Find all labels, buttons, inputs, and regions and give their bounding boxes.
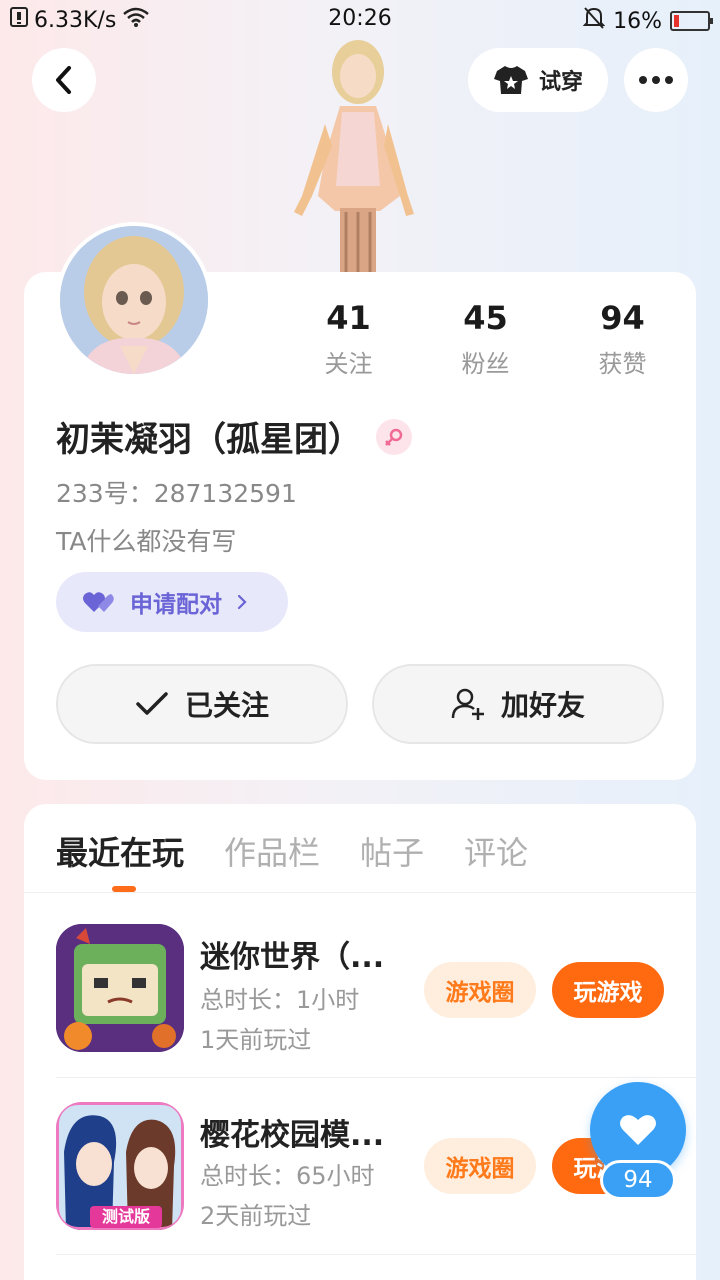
- stat-value: 45: [463, 299, 508, 337]
- add-user-icon: [451, 688, 484, 720]
- game-circle-button[interactable]: 游戏圈: [424, 1138, 536, 1194]
- game-name: 樱花校园模...: [200, 1118, 385, 1153]
- game-total-time: 总时长：1小时: [200, 986, 360, 1014]
- followed-button[interactable]: 已关注: [56, 664, 348, 744]
- mini-world-game-icon: [56, 924, 184, 1052]
- avatar-portrait-icon: [60, 226, 208, 374]
- divider: [24, 892, 696, 893]
- like-count-badge: 94: [600, 1160, 676, 1200]
- chevron-right-icon: [237, 594, 247, 610]
- female-gender-icon: [376, 418, 412, 455]
- divider: [56, 1254, 696, 1255]
- stat-following[interactable]: 41 关注: [280, 300, 417, 380]
- game-circle-button[interactable]: 游戏圈: [424, 962, 536, 1018]
- game-total-time: 总时长：65小时: [200, 1162, 375, 1190]
- tshirt-star-icon: [493, 66, 528, 94]
- profile-tabs: 最近在玩 作品栏 帖子 评论: [56, 828, 528, 874]
- mute-bell-icon: [582, 6, 606, 36]
- heart-icon: [620, 1115, 656, 1145]
- apply-match-label: 申请配对: [130, 592, 222, 618]
- nickname-row: 初茉凝羽（孤星团）: [56, 412, 412, 461]
- stat-label: 获赞: [598, 350, 647, 378]
- add-friend-button[interactable]: 加好友: [372, 664, 664, 744]
- add-friend-label: 加好友: [500, 689, 585, 722]
- user-bio: TA什么都没有写: [56, 527, 237, 556]
- test-version-badge: 测试版: [90, 1206, 162, 1228]
- stat-likes[interactable]: 94 获赞: [554, 300, 691, 380]
- game-last-played: 1天前玩过: [200, 1026, 312, 1054]
- more-dots-icon: [639, 76, 647, 84]
- game-last-played: 2天前玩过: [200, 1202, 312, 1230]
- double-heart-icon: [83, 592, 114, 612]
- avatar[interactable]: [56, 222, 212, 378]
- tab-recently-played[interactable]: 最近在玩: [56, 828, 184, 874]
- stat-label: 粉丝: [461, 350, 510, 378]
- play-game-button[interactable]: 玩游戏: [552, 962, 664, 1018]
- back-arrow-icon: [56, 66, 71, 94]
- list-item[interactable]: 迷你世界（... 总时长：1小时 1天前玩过 游戏圈 玩游戏: [24, 900, 696, 1076]
- try-on-label: 试穿: [538, 70, 583, 95]
- try-on-button[interactable]: 试穿: [468, 48, 608, 112]
- tab-comments[interactable]: 评论: [464, 828, 528, 874]
- nickname: 初茉凝羽（孤星团）: [56, 420, 362, 460]
- user-id: 233号：287132591: [56, 479, 297, 508]
- battery-percent: 16%: [613, 8, 662, 34]
- followed-label: 已关注: [184, 689, 269, 722]
- game-name: 迷你世界（...: [200, 940, 385, 975]
- back-button[interactable]: [32, 48, 96, 112]
- more-options-button[interactable]: [624, 48, 688, 112]
- stat-value: 94: [600, 299, 645, 337]
- avatar-3d-figure: [294, 40, 414, 274]
- stat-followers[interactable]: 45 粉丝: [417, 300, 554, 380]
- status-bar: 6.33K/s 20:26 16%: [0, 0, 720, 40]
- tab-posts[interactable]: 帖子: [360, 828, 424, 874]
- battery-icon: [670, 11, 713, 31]
- profile-stats: 41 关注 45 粉丝 94 获赞: [280, 300, 692, 380]
- tab-works[interactable]: 作品栏: [224, 828, 320, 874]
- stat-label: 关注: [324, 350, 373, 378]
- apply-match-button[interactable]: 申请配对: [56, 572, 288, 632]
- checkmark-icon: [136, 692, 168, 715]
- stat-value: 41: [326, 299, 371, 337]
